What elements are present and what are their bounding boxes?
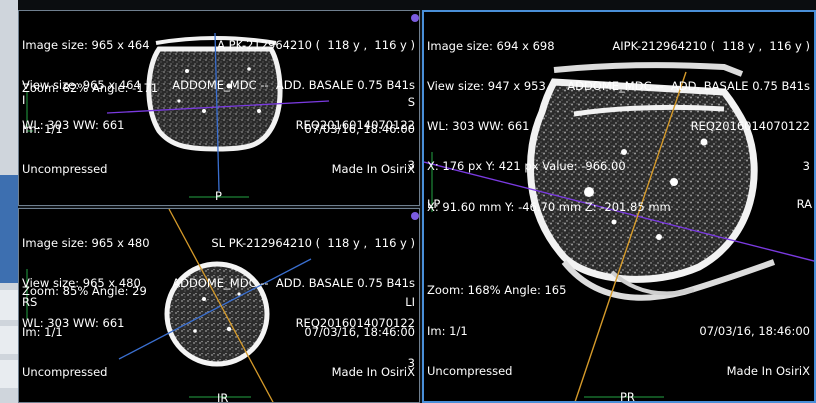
patient-id-label: SL PK-212964210 ( 118 y , 116 y ) — [211, 235, 415, 250]
axial-info-bottom-right: 07/03/16, 18:46:00 Made In OsiriX — [304, 96, 415, 203]
patient-id-label: A PK-212964210 ( 118 y , 116 y ) — [217, 37, 415, 52]
orientation-bottom: PR — [620, 390, 635, 403]
compression-label: Uncompressed — [22, 161, 108, 176]
mm-position-label: X: 91.60 mm Y: -46.70 mm Z: -201.85 mm — [427, 199, 671, 214]
date-time-label: 07/03/16, 18:46:00 — [304, 324, 415, 339]
axial-viewport[interactable]: Image size: 965 x 464 View size: 965 x 4… — [18, 10, 420, 206]
zoom-angle-label: Zoom: 85% Angle: 29 — [22, 284, 147, 299]
left-tool-strip — [0, 0, 18, 403]
image-index-label: Im: 1/1 — [22, 324, 63, 339]
made-in-label: Made In OsiriX — [331, 161, 415, 176]
tool-strip-button[interactable] — [0, 290, 18, 320]
tool-strip-button[interactable] — [0, 326, 18, 354]
coronal-info-bottom-left: Zoom: 85% Angle: 29 Im: 1/1 Uncompressed — [22, 259, 147, 402]
orientation-right: LI — [405, 295, 415, 309]
viewport-handle[interactable] — [411, 212, 419, 220]
orientation-bottom: IR — [217, 391, 229, 403]
coronal-info-bottom-right: 07/03/16, 18:46:00 Made In OsiriX — [304, 299, 415, 402]
compression-label: Uncompressed — [427, 363, 513, 378]
orientation-left: I — [22, 93, 26, 107]
orientation-right: RA — [796, 197, 812, 211]
patient-id-label: AIPK-212964210 ( 118 y , 116 y ) — [612, 38, 810, 53]
zoom-angle-label: Zoom: 82% Angle: -171 — [22, 81, 159, 96]
orientation-left: RS — [22, 295, 38, 309]
image-index-label: Im: 1/1 — [22, 121, 63, 136]
date-time-label: 07/03/16, 18:46:00 — [699, 323, 810, 338]
sagittal-viewport[interactable]: Image size: 694 x 698 View size: 947 x 9… — [422, 10, 816, 403]
tool-strip-button[interactable] — [0, 360, 18, 388]
viewport-handle[interactable] — [411, 14, 419, 22]
series-label: ADDOME_MDC -- ADD. BASALE 0.75 B41s — [172, 78, 415, 93]
coronal-viewport[interactable]: Image size: 965 x 480 View size: 965 x 4… — [18, 208, 420, 403]
compression-label: Uncompressed — [22, 364, 108, 379]
series-number-label: 3 — [802, 159, 810, 174]
image-index-label: Im: 1/1 — [427, 323, 468, 338]
date-time-label: 07/03/16, 18:46:00 — [304, 121, 415, 136]
image-size-label: Image size: 965 x 480 — [22, 235, 150, 250]
orientation-right: S — [407, 95, 415, 109]
orientation-left: LP — [427, 197, 441, 211]
request-id-label: REQ2016014070122 — [690, 119, 810, 134]
series-label: ADDOME_MDC -- ADD. BASALE 0.75 B41s — [172, 276, 415, 291]
zoom-angle-label: Zoom: 168% Angle: 165 — [427, 283, 567, 298]
made-in-label: Made In OsiriX — [331, 364, 415, 379]
axial-info-bottom-left: Zoom: 82% Angle: -171 Im: 1/1 Uncompress… — [22, 56, 158, 203]
sagittal-info-top-right: AIPK-212964210 ( 118 y , 116 y ) ADDOME_… — [567, 13, 810, 201]
tool-strip-active-block[interactable] — [0, 175, 18, 283]
window-top-bar — [18, 0, 816, 10]
series-label: ADDOME_MDC -- ADD. BASALE 0.75 B41s — [567, 79, 810, 94]
orientation-bottom: P — [215, 189, 222, 203]
sagittal-info-bottom-left: Zoom: 168% Angle: 165 Im: 1/1 Uncompress… — [427, 258, 567, 401]
made-in-label: Made In OsiriX — [726, 363, 810, 378]
image-size-label: Image size: 965 x 464 — [22, 37, 150, 52]
sagittal-info-bottom-right: 07/03/16, 18:46:00 Made In OsiriX — [699, 298, 810, 401]
